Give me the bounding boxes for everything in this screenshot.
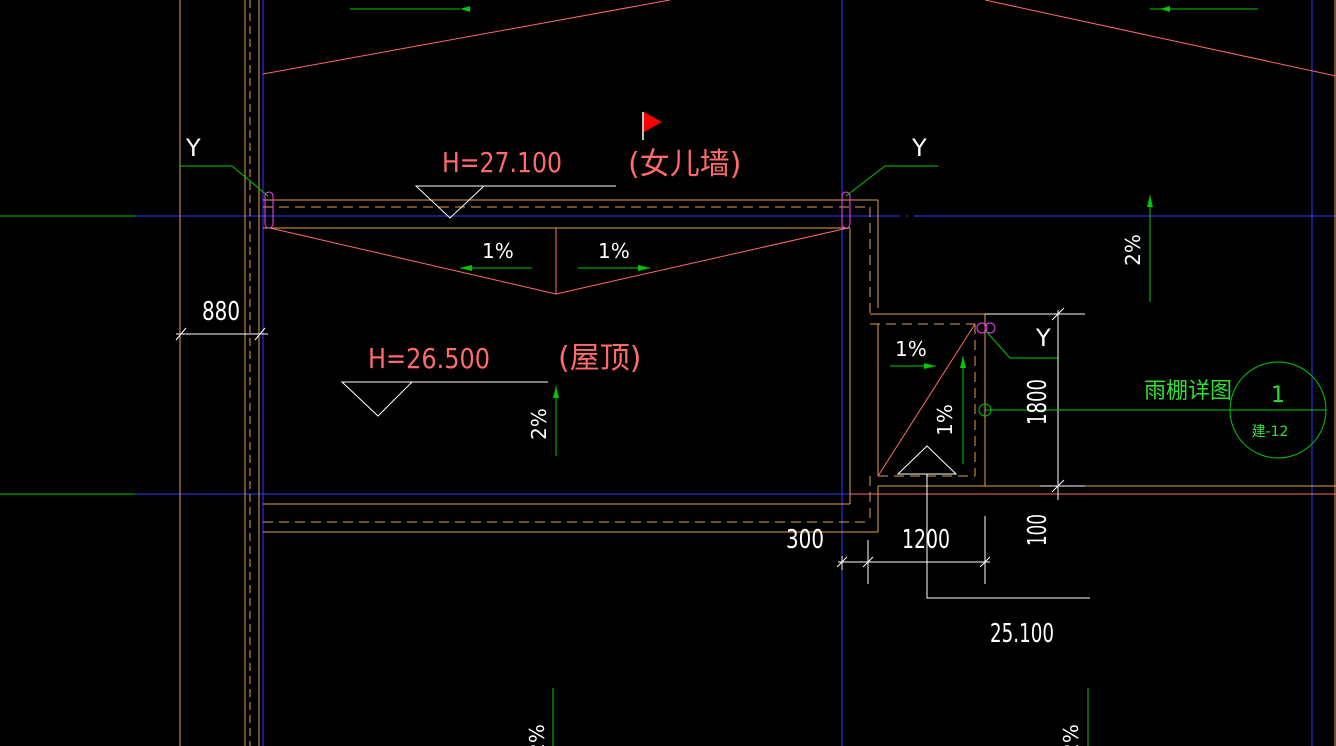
canopy-slope-label-v: 1% xyxy=(933,404,957,436)
elevation-text-25100: 25.100 xyxy=(990,619,1054,649)
roof-name-text: (屋顶) xyxy=(558,341,641,376)
detail-sheet: 建-12 xyxy=(1252,424,1289,440)
axis-label-y-left: Y xyxy=(185,134,201,162)
dim-text-880: 880 xyxy=(202,297,240,327)
slope-label-side: 2% xyxy=(1121,234,1145,266)
parapet-elevation-text: H=27.100 xyxy=(442,146,562,179)
cad-drawing-canvas[interactable]: 雨棚详图 1 建-12 H=27.100 (女儿墙) H=26.500 (屋顶)… xyxy=(0,0,1336,746)
roof-elevation-text: H=26.500 xyxy=(368,342,490,375)
parapet-name-text: (女儿墙) xyxy=(628,147,741,182)
slope-label-right: 1% xyxy=(598,239,630,263)
dim-text-300: 300 xyxy=(786,525,824,555)
dim-text-1800: 1800 xyxy=(1023,379,1053,425)
slope-label-bottom-left: 2% xyxy=(525,724,549,746)
dim-text-1200: 1200 xyxy=(902,525,950,555)
slope-label-bottom-right: 2% xyxy=(1059,724,1083,746)
axis-label-y-right: Y xyxy=(1035,324,1051,352)
slope-label-left: 1% xyxy=(482,239,514,263)
detail-title: 雨棚详图 xyxy=(1144,379,1232,404)
detail-number: 1 xyxy=(1271,383,1285,408)
canvas-background xyxy=(0,0,1336,746)
slope-label-roof: 2% xyxy=(527,408,551,440)
canopy-slope-label-h: 1% xyxy=(895,337,927,361)
dim-text-100: 100 xyxy=(1023,514,1053,546)
axis-label-y-mid: Y xyxy=(911,134,927,162)
